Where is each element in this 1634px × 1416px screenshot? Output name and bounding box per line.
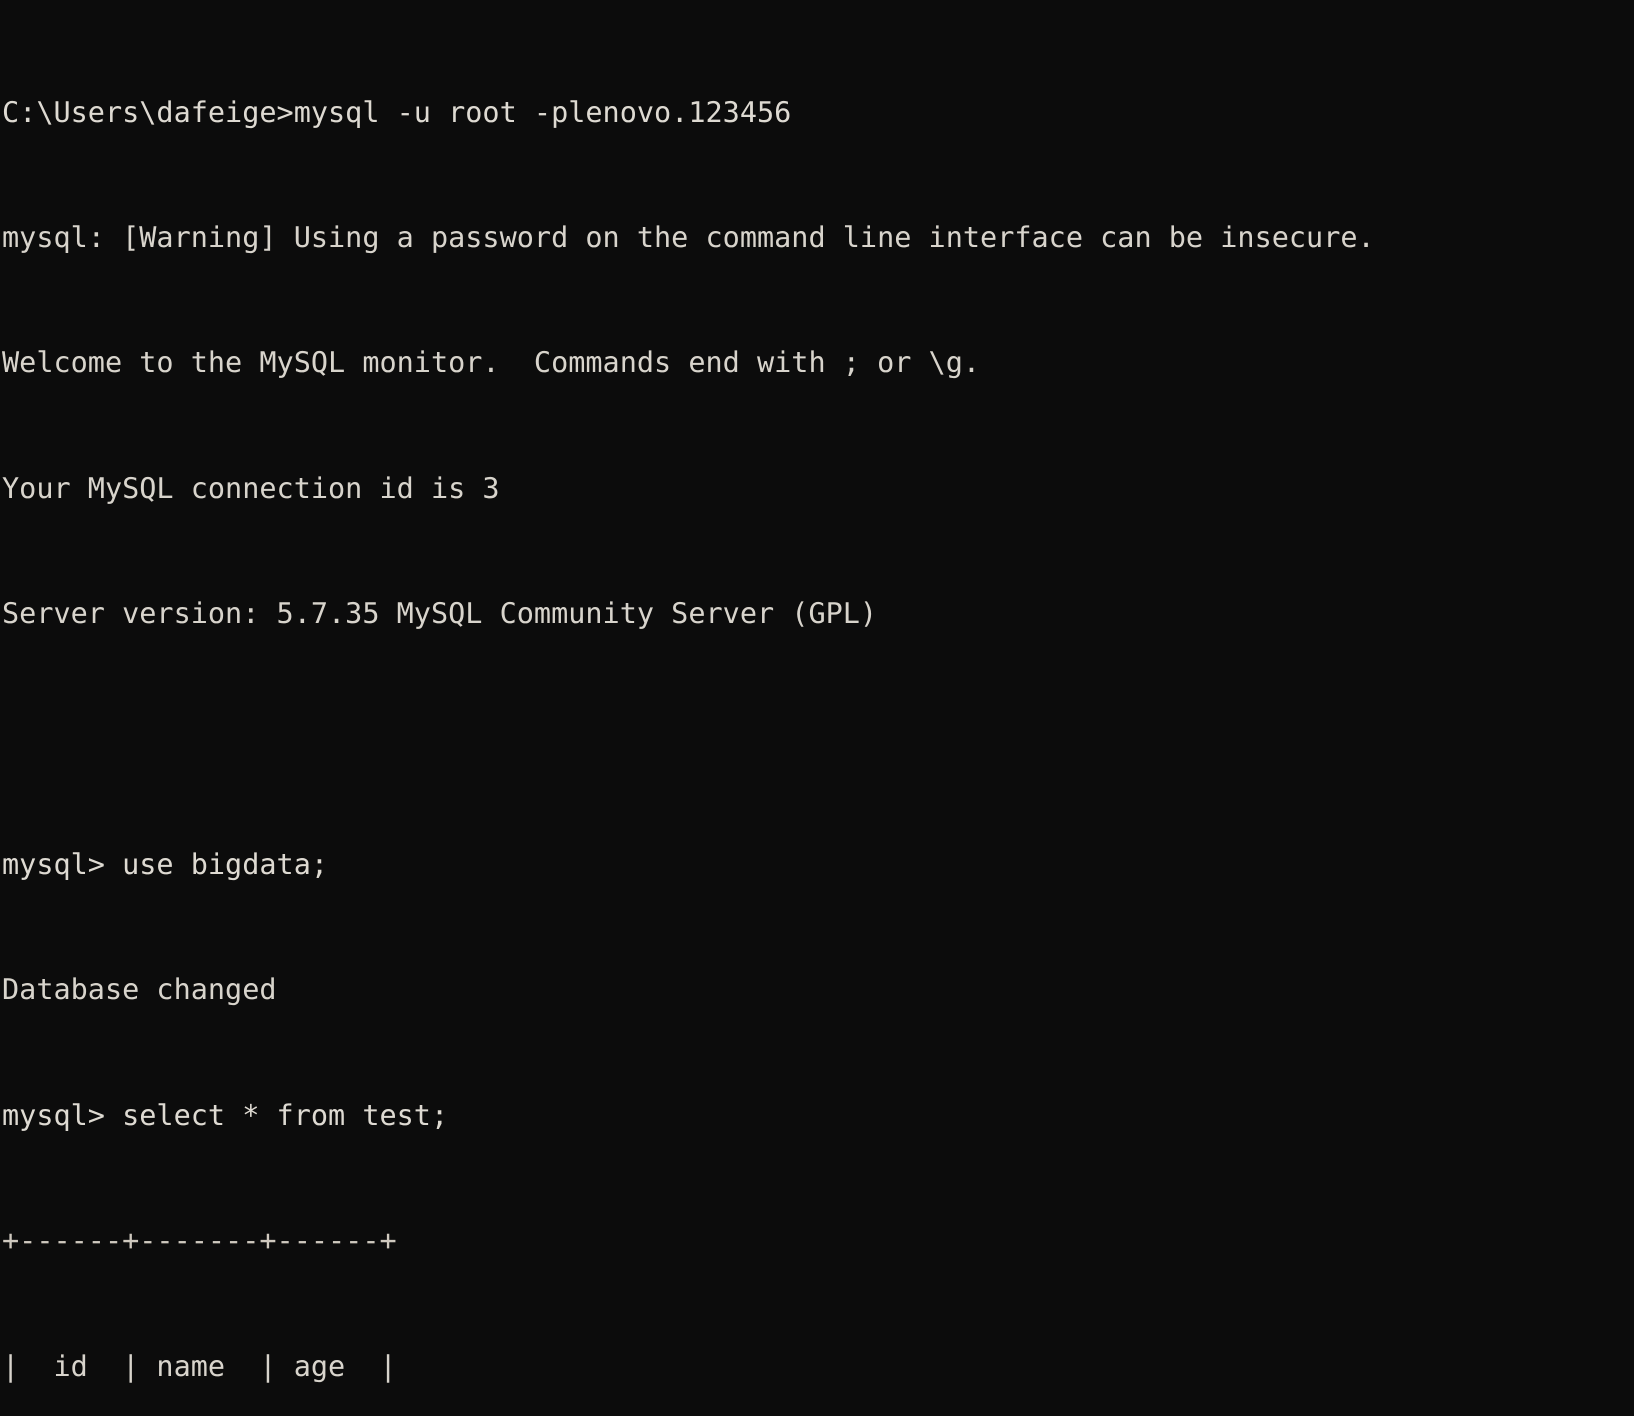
result-table-border-top: +------+-------+------+ xyxy=(2,1224,397,1258)
terminal-line-welcome: Welcome to the MySQL monitor. Commands e… xyxy=(2,346,981,380)
terminal-line-shell-command: C:\Users\dafeige>mysql -u root -plenovo.… xyxy=(2,95,792,129)
terminal-output-area[interactable]: C:\Users\dafeige>mysql -u root -plenovo.… xyxy=(2,8,1634,1416)
terminal-line-connection-id: Your MySQL connection id is 3 xyxy=(2,471,500,505)
terminal-line-server-version: Server version: 5.7.35 MySQL Community S… xyxy=(2,597,878,631)
terminal-line-use-command: mysql> use bigdata; xyxy=(2,847,329,881)
window-top-edge xyxy=(0,0,1634,6)
terminal-line-password-warning: mysql: [Warning] Using a password on the… xyxy=(2,220,1375,254)
terminal-window[interactable]: C:\Users\dafeige>mysql -u root -plenovo.… xyxy=(0,0,1634,1383)
terminal-line-database-changed: Database changed xyxy=(2,973,277,1007)
result-table-header-row: | id | name | age | xyxy=(2,1349,397,1383)
terminal-line-select-command: mysql> select * from test; xyxy=(2,1098,449,1132)
